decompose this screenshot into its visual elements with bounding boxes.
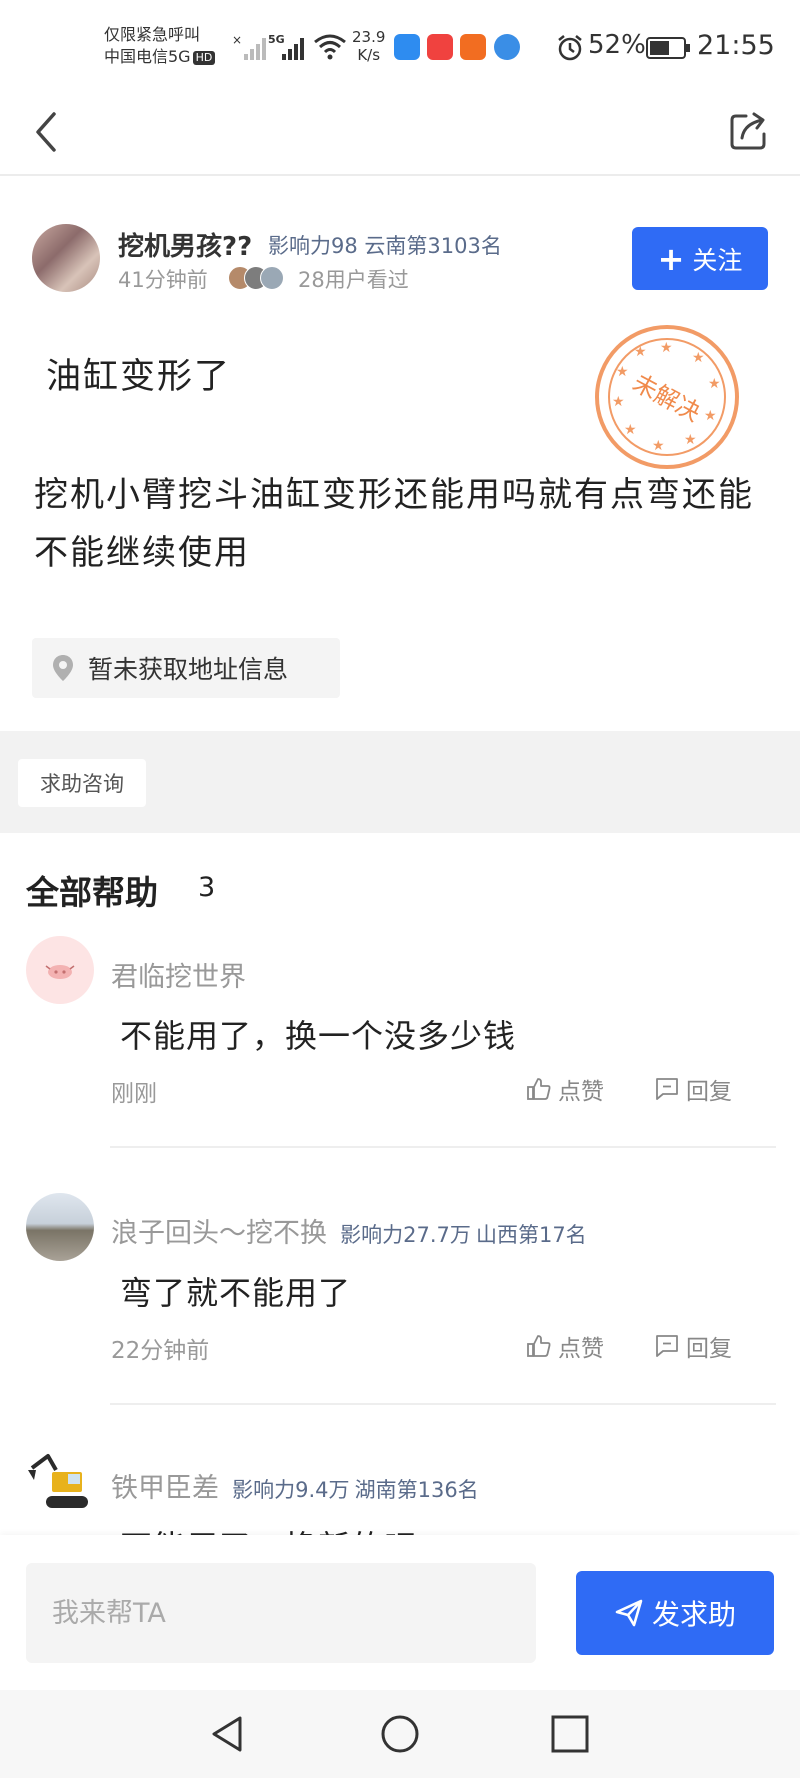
svg-text:★: ★ [684, 432, 697, 448]
svg-text:★: ★ [634, 344, 647, 360]
no-signal-icon: × [232, 33, 266, 60]
author-name[interactable]: 挖机男孩?? [118, 226, 252, 263]
stamp-text: 未解决 [628, 369, 705, 428]
divider [110, 1403, 776, 1405]
carrier-line-1: 仅限紧急呼叫 [104, 25, 201, 44]
svg-text:★: ★ [624, 422, 637, 438]
svg-text:★: ★ [616, 364, 629, 380]
commenter-name[interactable]: 铁甲臣差 [111, 1473, 219, 1504]
commenter-header: 铁甲臣差 影响力9.4万 湖南第136名 [111, 1466, 479, 1505]
nav-home-icon[interactable] [380, 1714, 420, 1754]
nav-bar [0, 96, 800, 176]
hd-badge: HD [192, 51, 216, 65]
chevron-left-icon[interactable] [32, 110, 62, 154]
viewer-avatars [228, 264, 284, 290]
battery-icon [646, 37, 690, 59]
commenter-header: 浪子回头～挖不换 影响力27.7万 山西第17名 [111, 1211, 587, 1250]
app-icon-globe [494, 34, 520, 60]
excavator-icon [28, 1454, 88, 1508]
category-tag[interactable]: 求助咨询 [18, 759, 146, 807]
thumbs-up-icon [527, 1078, 551, 1100]
commenter-avatar[interactable] [26, 1193, 94, 1261]
reply-button[interactable]: 回复 [654, 1072, 732, 1106]
comment-time: 22分钟前 [111, 1338, 210, 1364]
send-icon [615, 1599, 643, 1627]
share-icon[interactable] [728, 110, 770, 152]
unsolved-stamp: ★★★ ★★★ ★★★★ 未解决 [595, 325, 739, 469]
commenter-avatar[interactable] [26, 936, 94, 1004]
battery-percent: 52% [588, 30, 646, 60]
reply-button[interactable]: 回复 [654, 1329, 732, 1363]
alarm-icon [558, 35, 582, 61]
like-button[interactable]: 点赞 [526, 1329, 604, 1363]
location-text: 暂未获取地址信息 [88, 655, 289, 684]
svg-text:×: × [232, 33, 242, 47]
system-nav-bar [0, 1690, 800, 1778]
send-help-button[interactable]: 发求助 [576, 1571, 774, 1655]
commenter-influence: 影响力27.7万 [340, 1223, 471, 1247]
commenter-name[interactable]: 浪子回头～挖不换 [111, 1218, 327, 1249]
carrier-info: 仅限紧急呼叫 中国电信5G HD [104, 24, 216, 68]
author-influence: 影响力98 云南第3103名 [268, 234, 502, 258]
commenter-name[interactable]: 君临挖世界 [111, 955, 246, 994]
view-count: 28用户看过 [298, 268, 409, 292]
app-icon-blue [394, 34, 420, 60]
comment-text: 不能用了，换一个没多少钱 [120, 1017, 517, 1055]
reply-icon [656, 1335, 678, 1357]
post-body: 挖机小臂挖斗油缸变形还能用吗就有点弯还能不能继续使用 [34, 475, 754, 573]
answers-count: 3 [198, 872, 216, 903]
wifi-icon [314, 34, 346, 60]
help-input[interactable] [26, 1563, 536, 1663]
commenter-influence: 影响力9.4万 [232, 1478, 350, 1502]
location-chip[interactable]: 暂未获取地址信息 [32, 638, 340, 698]
answers-title: 全部帮助 [26, 873, 158, 912]
plus-icon: + [657, 239, 685, 278]
location-pin-icon [53, 655, 73, 681]
commenter-rank: 山西第17名 [475, 1223, 587, 1247]
post-title: 油缸变形了 [46, 357, 232, 397]
follow-button[interactable]: + 关注 [632, 227, 768, 290]
svg-text:★: ★ [704, 408, 717, 424]
divider [110, 1146, 776, 1148]
reply-icon [656, 1078, 678, 1100]
svg-text:★: ★ [652, 438, 665, 454]
author-avatar[interactable] [32, 224, 100, 292]
5g-signal-icon: 5G [268, 33, 304, 60]
network-speed: 23.9 K/s [352, 28, 386, 64]
post-time: 41分钟前 [118, 268, 208, 292]
carrier-line-2: 中国电信5G [104, 47, 191, 66]
clock: 21:55 [697, 30, 775, 61]
commenter-rank: 湖南第136名 [354, 1478, 479, 1502]
nav-recents-icon[interactable] [550, 1714, 590, 1754]
svg-text:★: ★ [708, 376, 721, 392]
viewer-avatar [260, 266, 284, 290]
app-icon-orange [460, 34, 486, 60]
thumbs-up-icon [527, 1335, 551, 1357]
pig-icon [45, 965, 75, 979]
svg-text:★: ★ [692, 350, 705, 366]
comment-time: 刚刚 [111, 1081, 157, 1107]
nav-back-icon[interactable] [208, 1714, 248, 1754]
status-bar: 仅限紧急呼叫 中国电信5G HD × 5G 23.9 K/s 52% 21:55 [0, 0, 800, 96]
app-icon-red [427, 34, 453, 60]
comment-text: 弯了就不能用了 [120, 1274, 352, 1312]
svg-text:★: ★ [660, 340, 673, 356]
like-button[interactable]: 点赞 [526, 1072, 604, 1106]
svg-text:5G: 5G [268, 33, 285, 46]
commenter-avatar[interactable] [26, 1450, 94, 1518]
svg-text:★: ★ [612, 394, 625, 410]
